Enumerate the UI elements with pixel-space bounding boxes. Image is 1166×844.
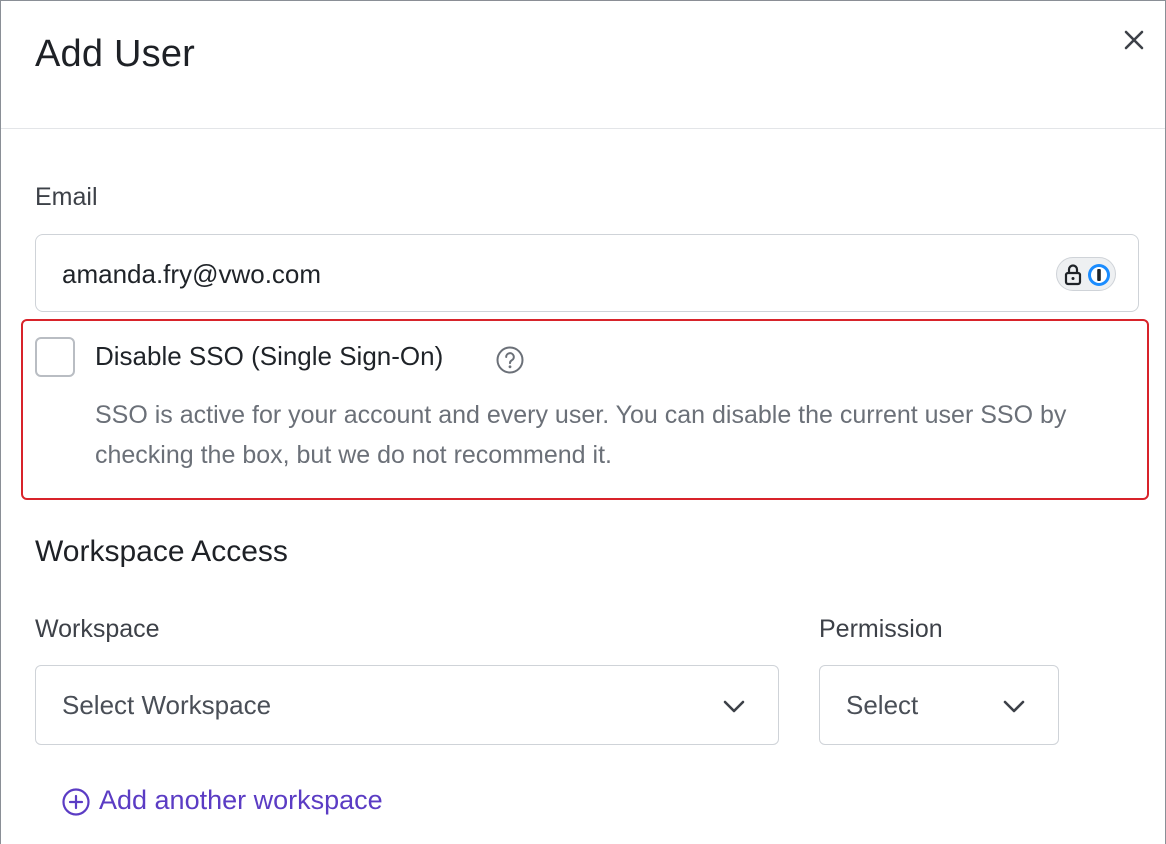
permission-select-value: Select [846,690,919,720]
add-user-modal: Add User Email amanda.fry@vwo.com Disabl… [0,0,1166,844]
sso-description: SSO is active for your account and every… [95,401,1067,469]
workspace-select[interactable]: Select Workspace [35,665,779,745]
email-value: amanda.fry@vwo.com [62,259,322,289]
chevron-down-icon [1003,700,1025,713]
permission-label: Permission [819,615,943,643]
help-button[interactable] [495,345,525,375]
close-icon [1124,30,1144,50]
disable-sso-checkbox[interactable] [35,337,75,377]
password-manager-icon [1064,264,1110,286]
disable-sso-label[interactable]: Disable SSO (Single Sign-On) [95,341,443,372]
workspace-label: Workspace [35,615,160,643]
password-manager-button[interactable] [1056,257,1116,291]
question-circle-icon [496,346,524,374]
modal-title: Add User [35,33,196,75]
email-field[interactable]: amanda.fry@vwo.com [35,234,1139,312]
add-another-workspace-text: Add another workspace [99,785,383,815]
permission-select[interactable]: Select [819,665,1059,745]
email-label: Email [35,183,98,211]
workspace-access-title: Workspace Access [35,535,288,568]
workspace-select-value: Select Workspace [62,690,272,720]
chevron-down-icon [723,700,745,713]
modal-header: Add User [1,1,1165,129]
plus-circle-icon [62,788,90,816]
close-button[interactable] [1117,23,1151,57]
